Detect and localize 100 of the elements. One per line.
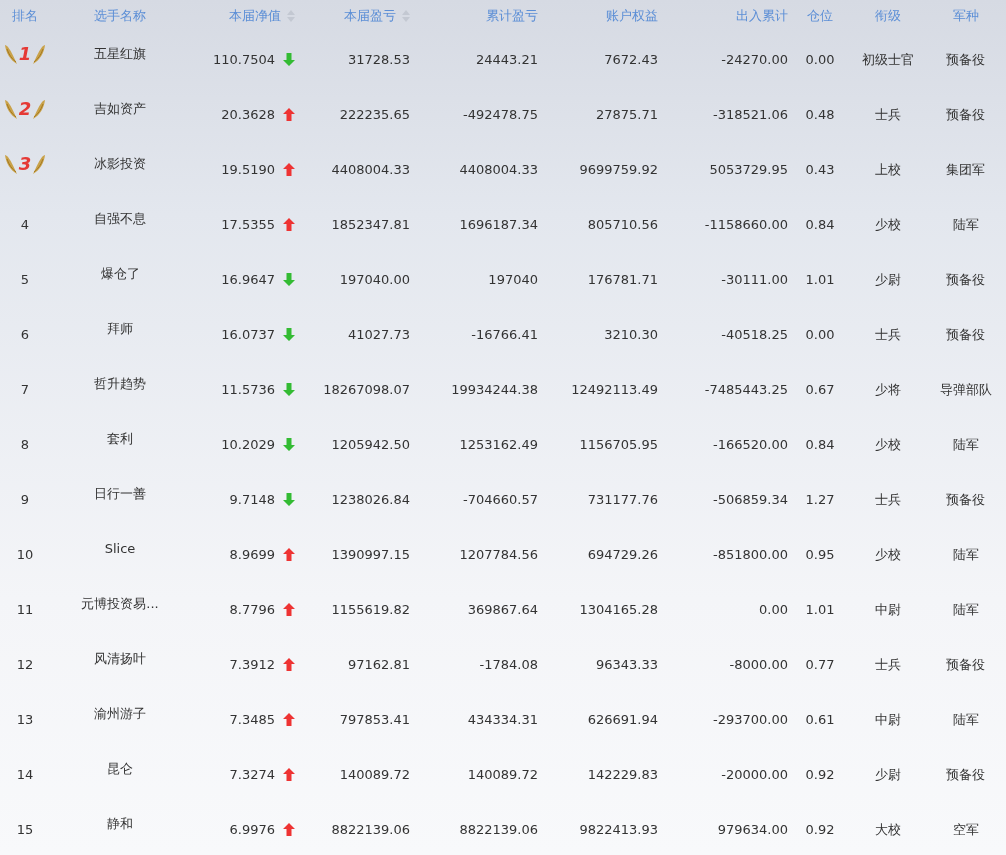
table-cell-text: 731177.76 <box>586 492 659 507</box>
rank-number: 1 <box>18 43 32 64</box>
net-value: 16.9647 <box>221 272 275 287</box>
table-cell-text: 142229.83 <box>586 767 659 782</box>
player-name[interactable]: 吉如资产 <box>50 99 190 118</box>
table-cell-text: 预备役 <box>945 105 986 124</box>
player-name[interactable]: 元博投资易... <box>50 594 190 613</box>
net-value: 8.9699 <box>229 547 275 562</box>
net-value: 20.3628 <box>221 107 275 122</box>
table-cell-text: 1390997.15 <box>330 547 411 562</box>
table-cell-text: -7485443.25 <box>703 382 789 397</box>
player-name[interactable]: 爆仓了 <box>50 264 190 283</box>
table-cell-text: 4408004.33 <box>458 162 539 177</box>
table-cell-text: 27875.71 <box>594 107 659 122</box>
table-cell-text: 3210.30 <box>603 327 659 342</box>
table-cell-text: 1.27 <box>804 492 836 507</box>
table-cell-text: 176781.71 <box>586 272 659 287</box>
table-cell-text: 8822139.06 <box>330 822 411 837</box>
table-cell-text: 434334.31 <box>466 712 539 727</box>
net-value: 6.9976 <box>229 822 275 837</box>
column-header: 累计盈亏 <box>486 7 538 25</box>
player-name[interactable]: 风清扬叶 <box>50 649 190 668</box>
rank-number: 15 <box>16 822 34 837</box>
table-cell-text: 0.92 <box>804 822 836 837</box>
table-cell-text: 预备役 <box>945 270 986 289</box>
player-name[interactable]: 静和 <box>50 814 190 833</box>
table-cell-text: 陆军 <box>951 710 980 729</box>
table-cell-text: 士兵 <box>873 105 902 124</box>
table-cell-text: 12492113.49 <box>570 382 659 397</box>
table-cell-text: 1304165.28 <box>578 602 659 617</box>
table-cell-text: 1.01 <box>804 602 836 617</box>
table-cell-text: 0.84 <box>804 217 836 232</box>
table-cell-text: 626691.94 <box>586 712 659 727</box>
table-cell-text: -20000.00 <box>720 767 789 782</box>
table-cell-text: 140089.72 <box>466 767 539 782</box>
table-cell-text: 预备役 <box>945 765 986 784</box>
table-cell-text: 0.84 <box>804 437 836 452</box>
table-cell-text: 0.00 <box>758 602 789 617</box>
table-cell-text: 1238026.84 <box>330 492 411 507</box>
table-cell-text: 694729.26 <box>586 547 659 562</box>
table-cell-text: 0.67 <box>804 382 836 397</box>
table-cell-text: -506859.34 <box>712 492 789 507</box>
player-name[interactable]: 冰影投资 <box>50 154 190 173</box>
player-name[interactable]: 拜师 <box>50 319 190 338</box>
wing-icon <box>3 97 18 120</box>
table-cell-text: 19934244.38 <box>450 382 539 397</box>
wing-icon <box>32 97 47 120</box>
table-cell-text: 0.00 <box>804 327 836 342</box>
net-value: 7.3274 <box>229 767 275 782</box>
table-cell-text: 96343.33 <box>594 657 659 672</box>
player-name[interactable]: 五星红旗 <box>50 44 190 63</box>
rank-number: 6 <box>20 327 30 342</box>
table-cell-text: 18267098.07 <box>322 382 411 397</box>
column-header: 出入累计 <box>736 7 788 25</box>
table-cell-text: 少尉 <box>873 765 902 784</box>
table-cell-text: -293700.00 <box>712 712 789 727</box>
table-cell-text: 9699759.92 <box>578 162 659 177</box>
column-header: 排名 <box>12 7 38 25</box>
player-name[interactable]: 套利 <box>50 429 190 448</box>
rank-number: 10 <box>16 547 34 562</box>
player-name[interactable]: 渝州游子 <box>50 704 190 723</box>
table-cell-text: 陆军 <box>951 215 980 234</box>
table-cell-text: 少校 <box>873 435 902 454</box>
player-name[interactable]: 日行一善 <box>50 484 190 503</box>
table-cell-text: 0.95 <box>804 547 836 562</box>
table-cell-text: 陆军 <box>951 600 980 619</box>
table-cell-text: 197040.00 <box>338 272 411 287</box>
table-cell-text: 空军 <box>951 820 980 839</box>
column-header: 军种 <box>952 7 979 25</box>
rank-number: 4 <box>20 217 30 232</box>
player-name[interactable]: 昆仑 <box>50 759 190 778</box>
rank-number: 14 <box>16 767 34 782</box>
table-cell-text: -1158660.00 <box>703 217 789 232</box>
table-cell-text: 预备役 <box>945 655 986 674</box>
player-name[interactable]: 自强不息 <box>50 209 190 228</box>
table-cell-text: 797853.41 <box>338 712 411 727</box>
table-cell-text: 1852347.81 <box>330 217 411 232</box>
rank-number: 2 <box>18 98 32 119</box>
wing-icon <box>32 152 47 175</box>
table-cell-text: 97162.81 <box>346 657 411 672</box>
table-cell-text: -1784.08 <box>478 657 539 672</box>
table-cell-text: -24270.00 <box>720 52 789 67</box>
net-value: 7.3912 <box>229 657 275 672</box>
table-cell-text: 1696187.34 <box>458 217 539 232</box>
table-cell-text: -30111.00 <box>720 272 789 287</box>
player-name[interactable]: 哲升趋势 <box>50 374 190 393</box>
table-cell-text: -704660.57 <box>462 492 539 507</box>
net-value: 11.5736 <box>221 382 275 397</box>
net-value: 7.3485 <box>229 712 275 727</box>
wing-icon <box>32 42 47 65</box>
table-cell-text: 805710.56 <box>586 217 659 232</box>
table-cell-text: 陆军 <box>951 545 980 564</box>
rank-number: 11 <box>16 602 34 617</box>
column-header: 选手名称 <box>94 7 146 25</box>
rank-number: 8 <box>20 437 30 452</box>
table-cell-text: 导弹部队 <box>938 380 993 399</box>
table-cell-text: -492478.75 <box>462 107 539 122</box>
player-name[interactable]: Slice <box>50 541 190 556</box>
table-cell-text: -166520.00 <box>712 437 789 452</box>
table-cell-text: 31728.53 <box>346 52 411 67</box>
